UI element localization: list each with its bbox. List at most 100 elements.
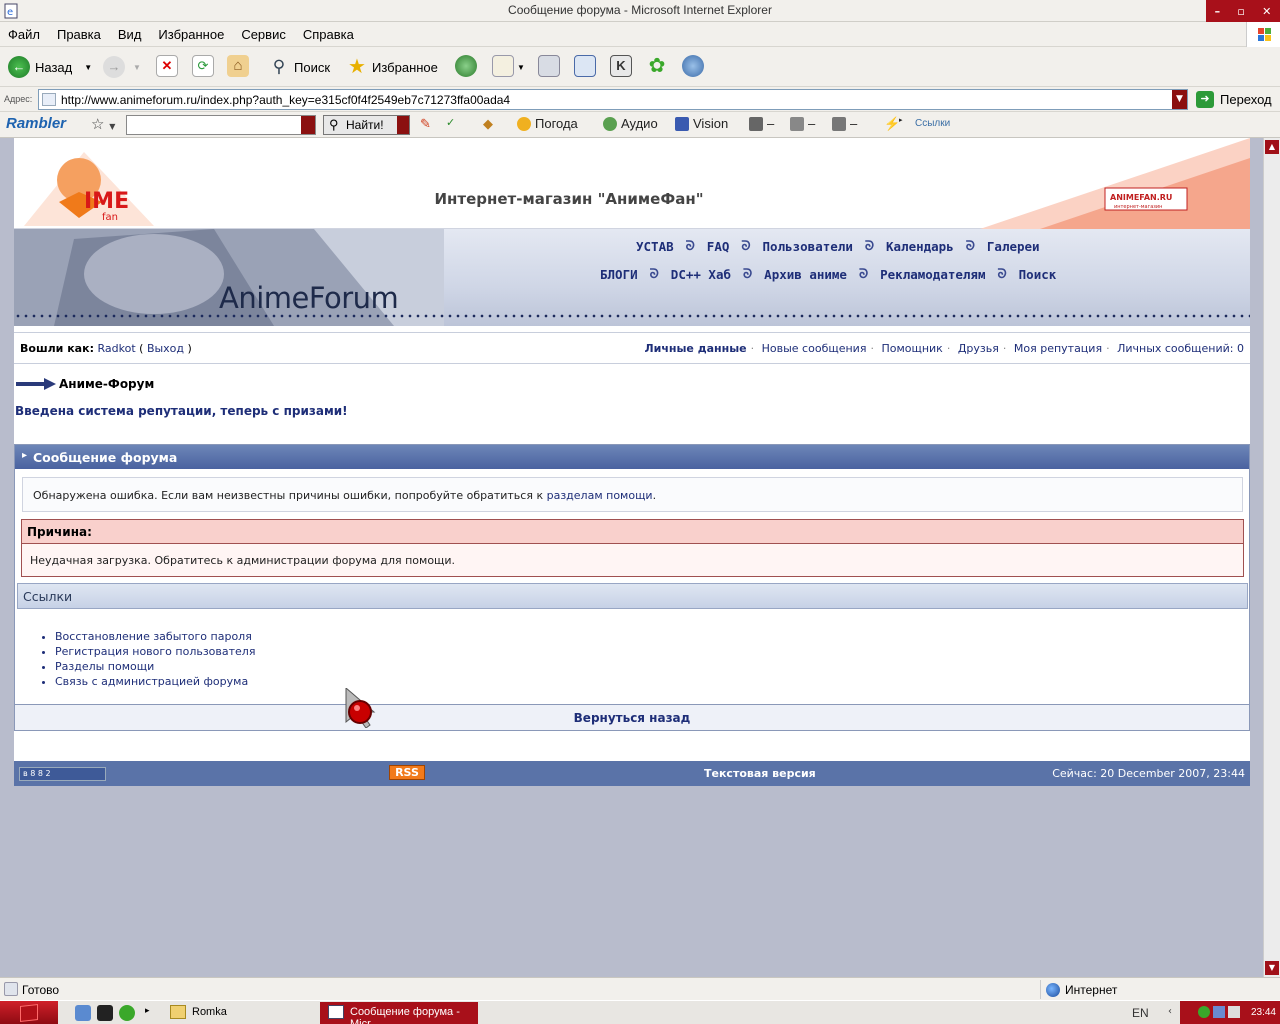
rambler-star-icon[interactable]: ☆ ▼ <box>91 115 115 133</box>
tray-k-icon[interactable] <box>1228 1006 1240 1018</box>
mail-icon[interactable] <box>492 55 514 77</box>
username-link[interactable]: Radkot <box>97 342 135 355</box>
address-url[interactable]: http://www.animeforum.ru/index.php?auth_… <box>61 93 510 107</box>
quicklaunch-more-icon[interactable]: ▸ <box>145 1006 161 1022</box>
spellcheck-icon[interactable]: ✓ <box>446 116 455 129</box>
scroll-up-icon[interactable]: ▲ <box>1265 140 1279 154</box>
icq-icon[interactable]: ✿ <box>646 55 668 77</box>
reputation-link[interactable]: Моя репутация <box>1014 342 1102 355</box>
private-messages-link[interactable]: Личных сообщений: 0 <box>1117 342 1244 355</box>
menu-view[interactable]: Вид <box>118 27 142 42</box>
minimize-icon[interactable]: – <box>1215 5 1221 18</box>
vertical-scrollbar[interactable]: ▲ ▼ <box>1263 138 1280 977</box>
new-posts-link[interactable]: Новые сообщения <box>762 342 867 355</box>
nav-galleries[interactable]: Галереи <box>987 239 1040 254</box>
nav-dc-hub[interactable]: DC++ Хаб <box>671 267 731 282</box>
address-dropdown-icon[interactable]: ▼ <box>1172 90 1187 109</box>
forum-logo-text[interactable]: AnimeForum <box>219 281 399 315</box>
vision-button[interactable]: Vision <box>675 116 728 131</box>
menu-favorites[interactable]: Избранное <box>158 27 224 42</box>
address-input[interactable]: http://www.animeforum.ru/index.php?auth_… <box>38 89 1188 110</box>
menu-file[interactable]: Файл <box>8 27 40 42</box>
back-dropdown-icon[interactable]: ▼ <box>84 63 92 72</box>
forward-button[interactable]: → ▼ <box>103 55 141 79</box>
profile-link[interactable]: Личные данные <box>644 342 746 355</box>
rambler-search-input[interactable] <box>126 115 316 135</box>
rambler-logo[interactable]: Rambler <box>6 115 66 132</box>
tray-icq-icon[interactable] <box>1198 1006 1210 1018</box>
globe-icon <box>1046 983 1060 997</box>
forward-dropdown-icon[interactable]: ▼ <box>133 63 141 72</box>
translate-icon[interactable]: ◆ <box>483 116 493 132</box>
mail-status-button[interactable]: – <box>749 116 774 131</box>
weather-button[interactable]: Погода <box>517 116 578 131</box>
scroll-down-icon[interactable]: ▼ <box>1265 961 1279 975</box>
history-icon[interactable] <box>455 55 477 77</box>
refresh-icon[interactable]: ⟳ <box>192 55 214 77</box>
text-version-link[interactable]: Текстовая версия <box>704 767 816 780</box>
recover-password-link[interactable]: Восстановление забытого пароля <box>55 629 255 644</box>
register-link[interactable]: Регистрация нового пользователя <box>55 644 255 659</box>
stop-icon[interactable]: ✕ <box>156 55 178 77</box>
start-button[interactable] <box>0 1001 58 1024</box>
tag-status-button[interactable]: – <box>790 116 815 131</box>
print-icon[interactable] <box>538 55 560 77</box>
counter-badge[interactable]: в 8 8 2 <box>19 767 106 781</box>
menu-edit[interactable]: Правка <box>57 27 101 42</box>
mail-dropdown-icon[interactable]: ▼ <box>517 55 525 79</box>
help-link[interactable]: Разделы помощи <box>55 659 255 674</box>
tray-expand-icon[interactable]: ‹ <box>1168 1006 1172 1017</box>
assistant-link[interactable]: Помощник <box>881 342 942 355</box>
breadcrumb-forum-link[interactable]: Аниме-Форум <box>59 377 154 391</box>
friends-link[interactable]: Друзья <box>958 342 999 355</box>
quicklaunch-icq-icon[interactable] <box>119 1005 135 1021</box>
nav-advertisers[interactable]: Рекламодателям <box>880 267 985 282</box>
search-button[interactable]: ⚲ Поиск <box>268 55 330 79</box>
help-sections-link[interactable]: разделам помощи <box>547 489 653 502</box>
quicklaunch-ie-icon[interactable] <box>75 1005 91 1021</box>
nav-rules[interactable]: УСТАВ <box>636 239 674 254</box>
rambler-links[interactable]: Ссылки <box>915 118 950 129</box>
lightning-icon[interactable]: ⚡ <box>884 116 900 132</box>
close-icon[interactable]: ✕ <box>1262 5 1271 18</box>
task-romka[interactable]: Romka <box>162 1002 317 1024</box>
edit-icon[interactable] <box>574 55 596 77</box>
menu-tools[interactable]: Сервис <box>241 27 286 42</box>
rambler-search-dropdown-icon[interactable] <box>301 116 315 134</box>
nav-blogs[interactable]: БЛОГИ <box>600 267 638 282</box>
home-icon[interactable]: ⌂ <box>227 55 249 77</box>
quicklaunch-player-icon[interactable] <box>97 1005 113 1021</box>
back-button[interactable]: ← Назад ▼ <box>8 55 92 79</box>
nav-anime-archive[interactable]: Архив аниме <box>764 267 847 282</box>
announcement-link[interactable]: Введена система репутации, теперь с приз… <box>15 404 348 418</box>
pencil-icon[interactable]: ✎ <box>420 116 431 132</box>
taskbar: ▸ Romka Сообщение форума - Micr... EN ‹ … <box>0 1000 1280 1024</box>
animefan-banner-art[interactable]: ANIMEFAN.RU интернет-магазин <box>980 138 1250 229</box>
rss-button[interactable]: RSS <box>389 765 425 780</box>
task-ie-active[interactable]: Сообщение форума - Micr... <box>320 1002 478 1024</box>
go-button[interactable]: ➜ Переход <box>1196 91 1272 108</box>
rambler-find-button[interactable]: ⚲ Найти! <box>323 115 410 135</box>
k-icon[interactable]: K <box>610 55 632 77</box>
contact-admin-link[interactable]: Связь с администрацией форума <box>55 674 255 689</box>
nav-calendar[interactable]: Календарь <box>886 239 954 254</box>
anime-fan-logo[interactable]: IME fan <box>24 142 154 226</box>
more-chevron-icon[interactable]: ▸ <box>899 116 903 124</box>
menu-help[interactable]: Справка <box>303 27 354 42</box>
logout-link[interactable]: Выход <box>147 342 184 355</box>
go-back-link[interactable]: Вернуться назад <box>15 704 1249 730</box>
favorites-button[interactable]: ★ Избранное <box>346 55 438 79</box>
tray-network-icon[interactable] <box>1213 1006 1225 1018</box>
dotted-divider <box>14 314 1250 318</box>
find-dropdown-icon[interactable] <box>397 116 409 134</box>
audio-button[interactable]: Аудио <box>603 116 658 131</box>
swirl-icon: ᘐ <box>864 239 874 254</box>
windows-flag-icon <box>20 1004 38 1022</box>
maximize-icon[interactable]: ▫ <box>1237 5 1244 18</box>
nav-search[interactable]: Поиск <box>1019 267 1057 282</box>
nav-faq[interactable]: FAQ <box>707 239 730 254</box>
language-indicator[interactable]: EN <box>1132 1006 1149 1020</box>
nav-users[interactable]: Пользователи <box>763 239 853 254</box>
photo-status-button[interactable]: – <box>832 116 857 131</box>
messenger-icon[interactable] <box>682 55 704 77</box>
